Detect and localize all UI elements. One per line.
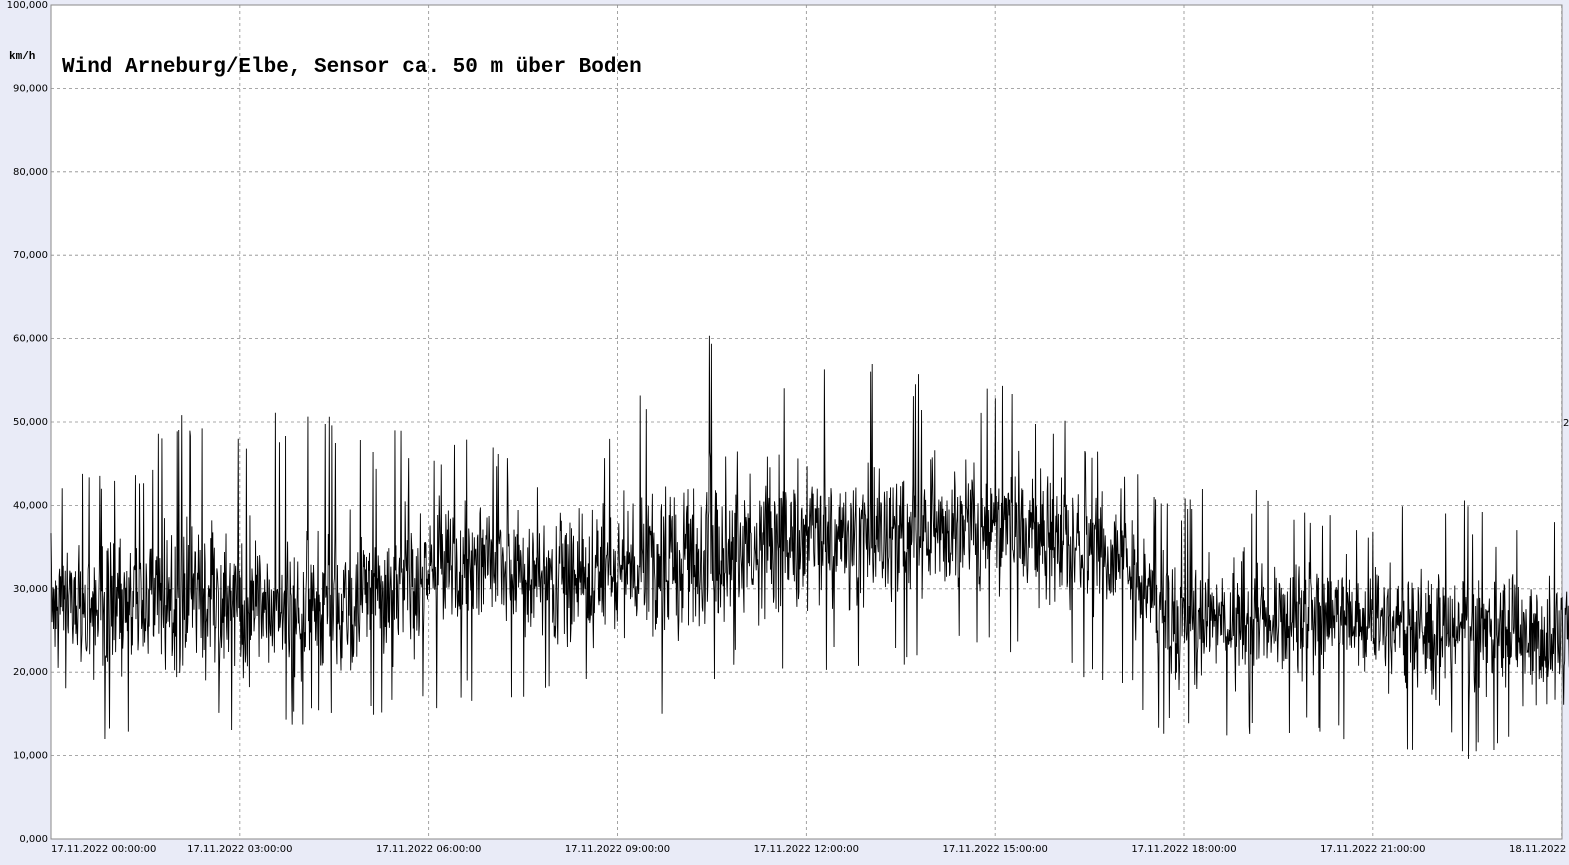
x-tick-label: 17.11.2022 21:00:00 [1320, 844, 1425, 855]
y-axis-ticks: 0,000 10,000 20,000 30,000 40,000 50,000 60,00… [7, 0, 48, 845]
y-tick-label: 0,000 [19, 834, 48, 845]
y-tick-label: 50,000 [13, 417, 48, 428]
x-axis-ticks: 17.11.2022 00:00:00 17.11.2022 03:00:00 17… [51, 844, 1569, 855]
chart-canvas: 0,000 10,000 20,000 30,000 40,000 50,000 60,00… [7, 0, 1569, 855]
y-tick-label: 80,000 [13, 167, 48, 178]
y-tick-label: 90,000 [13, 83, 48, 94]
y-tick-label: 10,000 [13, 751, 48, 762]
y-tick-label: 30,000 [13, 584, 48, 595]
wind-chart: 0,000 10,000 20,000 30,000 40,000 50,000 60,00… [0, 0, 1569, 860]
x-tick-label: 17.11.2022 09:00:00 [565, 844, 670, 855]
x-tick-label: 18.11.2022 00:00:00 [1509, 844, 1569, 855]
right-edge-marker: 2 [1563, 418, 1569, 429]
y-tick-label: 60,000 [13, 334, 48, 345]
y-axis-unit-label: km/h [9, 51, 35, 63]
x-tick-label: 17.11.2022 03:00:00 [187, 844, 292, 855]
y-tick-label: 100,000 [7, 0, 48, 11]
x-tick-label: 17.11.2022 00:00:00 [51, 844, 156, 855]
x-tick-label: 17.11.2022 12:00:00 [754, 844, 859, 855]
x-tick-label: 17.11.2022 06:00:00 [376, 844, 481, 855]
chart-title: Wind Arneburg/Elbe, Sensor ca. 50 m über… [62, 56, 642, 79]
y-tick-label: 20,000 [13, 667, 48, 678]
y-tick-label: 40,000 [13, 500, 48, 511]
x-tick-label: 17.11.2022 18:00:00 [1131, 844, 1236, 855]
x-tick-label: 17.11.2022 15:00:00 [942, 844, 1047, 855]
y-tick-label: 70,000 [13, 250, 48, 261]
